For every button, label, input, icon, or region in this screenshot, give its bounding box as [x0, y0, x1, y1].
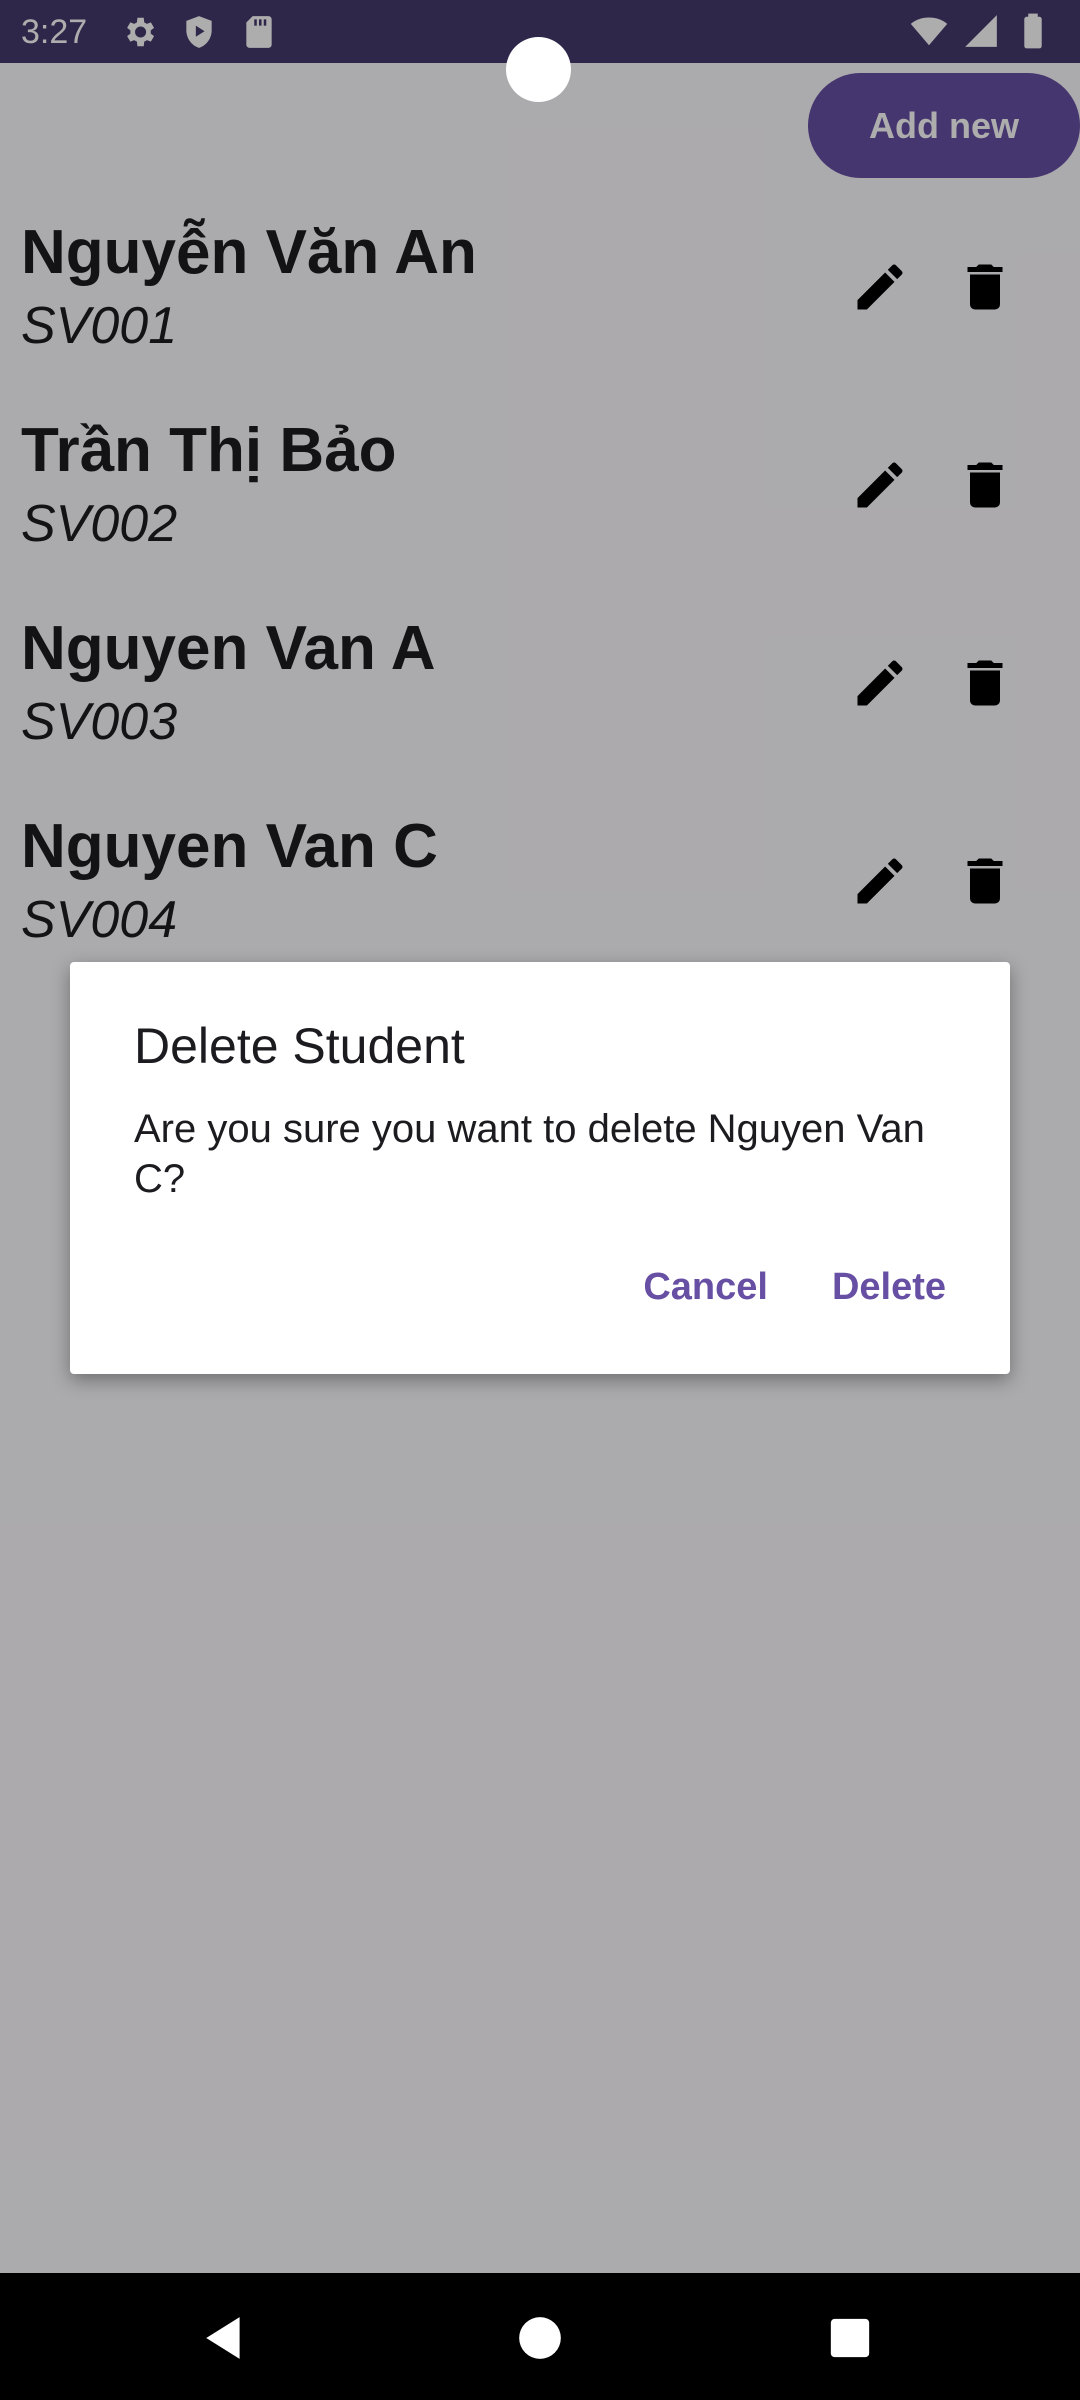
home-icon — [519, 2317, 561, 2359]
recents-button[interactable] — [815, 2303, 885, 2373]
recents-icon — [830, 2318, 870, 2358]
back-icon — [206, 2317, 240, 2359]
back-button[interactable] — [190, 2303, 260, 2373]
delete-confirm-dialog: Delete Student Are you sure you want to … — [70, 962, 1010, 1374]
dialog-message: Are you sure you want to delete Nguyen V… — [134, 1107, 925, 1201]
dialog-actions: Cancel Delete — [643, 1264, 946, 1310]
dialog-title: Delete Student — [134, 1018, 465, 1074]
navigation-bar — [0, 2273, 1080, 2400]
cancel-button[interactable]: Cancel — [643, 1264, 768, 1310]
home-button[interactable] — [505, 2303, 575, 2373]
touch-indicator — [506, 37, 571, 102]
confirm-delete-button[interactable]: Delete — [832, 1264, 946, 1310]
